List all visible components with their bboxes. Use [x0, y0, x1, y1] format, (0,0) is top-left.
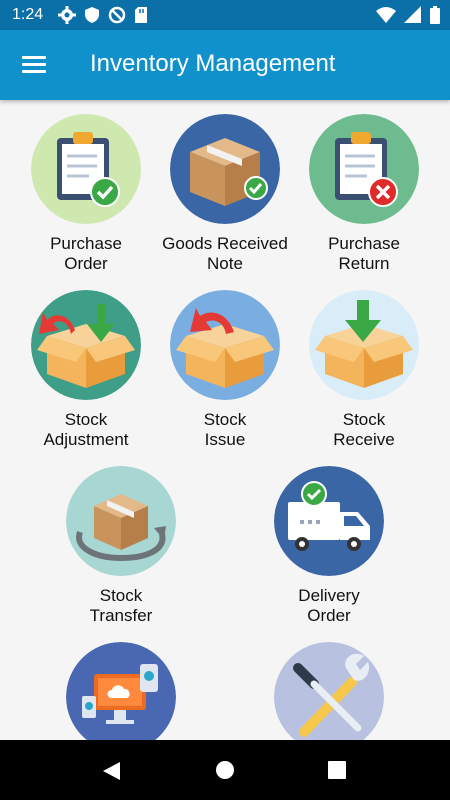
box-green-arrow-icon [309, 290, 419, 400]
clipboard-x-icon [309, 114, 419, 224]
module-grid: Purchase Order Goods Received Note Purch… [0, 100, 450, 740]
tile-goods-received-note[interactable]: Goods Received Note [150, 114, 300, 274]
page-title: Inventory Management [90, 50, 336, 77]
tile-label: Stock Transfer [89, 586, 153, 625]
status-bar: 1:24 [0, 0, 450, 30]
wifi-icon [376, 6, 396, 29]
wrench-screwdriver-icon [274, 642, 384, 740]
tile-stock-adjustment[interactable]: Stock Adjustment [11, 290, 161, 450]
battery-icon [430, 6, 440, 29]
tile-label: Delivery Order [298, 586, 360, 625]
box-arrows-icon [31, 290, 141, 400]
tile-label: Stock Receive [333, 410, 395, 449]
tile-label: Stock Adjustment [43, 410, 129, 449]
signal-icon [404, 6, 422, 29]
clipboard-check-icon [31, 114, 141, 224]
home-circle-icon[interactable] [215, 760, 235, 785]
box-check-icon [170, 114, 280, 224]
tile-stock-transfer[interactable]: Stock Transfer [46, 466, 196, 626]
tile-purchase-return[interactable]: Purchase Return [289, 114, 439, 274]
app-bar: Inventory Management [0, 30, 450, 100]
tile-stock-issue[interactable]: Stock Issue [150, 290, 300, 450]
shield-icon [84, 6, 100, 29]
delivery-truck-icon [274, 466, 384, 576]
tile-sync[interactable] [46, 642, 196, 740]
back-triangle-icon[interactable] [100, 760, 122, 787]
tile-purchase-order[interactable]: Purchase Order [11, 114, 161, 274]
tile-label: Purchase Return [328, 234, 400, 273]
no-sign-icon [108, 6, 126, 29]
system-nav-bar [0, 740, 450, 800]
recent-square-icon[interactable] [328, 761, 346, 784]
tile-settings[interactable] [254, 642, 404, 740]
tile-delivery-order[interactable]: Delivery Order [254, 466, 404, 626]
tile-label: Purchase Order [50, 234, 122, 273]
tile-stock-receive[interactable]: Stock Receive [289, 290, 439, 450]
box-transfer-icon [66, 466, 176, 576]
tile-label: Goods Received Note [162, 234, 288, 273]
hamburger-menu-icon[interactable] [18, 51, 52, 79]
gear-icon [58, 6, 76, 29]
box-red-arrow-icon [170, 290, 280, 400]
sd-card-icon [134, 6, 148, 29]
tile-label: Stock Issue [203, 410, 247, 449]
devices-sync-icon [66, 642, 176, 740]
status-time: 1:24 [12, 6, 44, 23]
